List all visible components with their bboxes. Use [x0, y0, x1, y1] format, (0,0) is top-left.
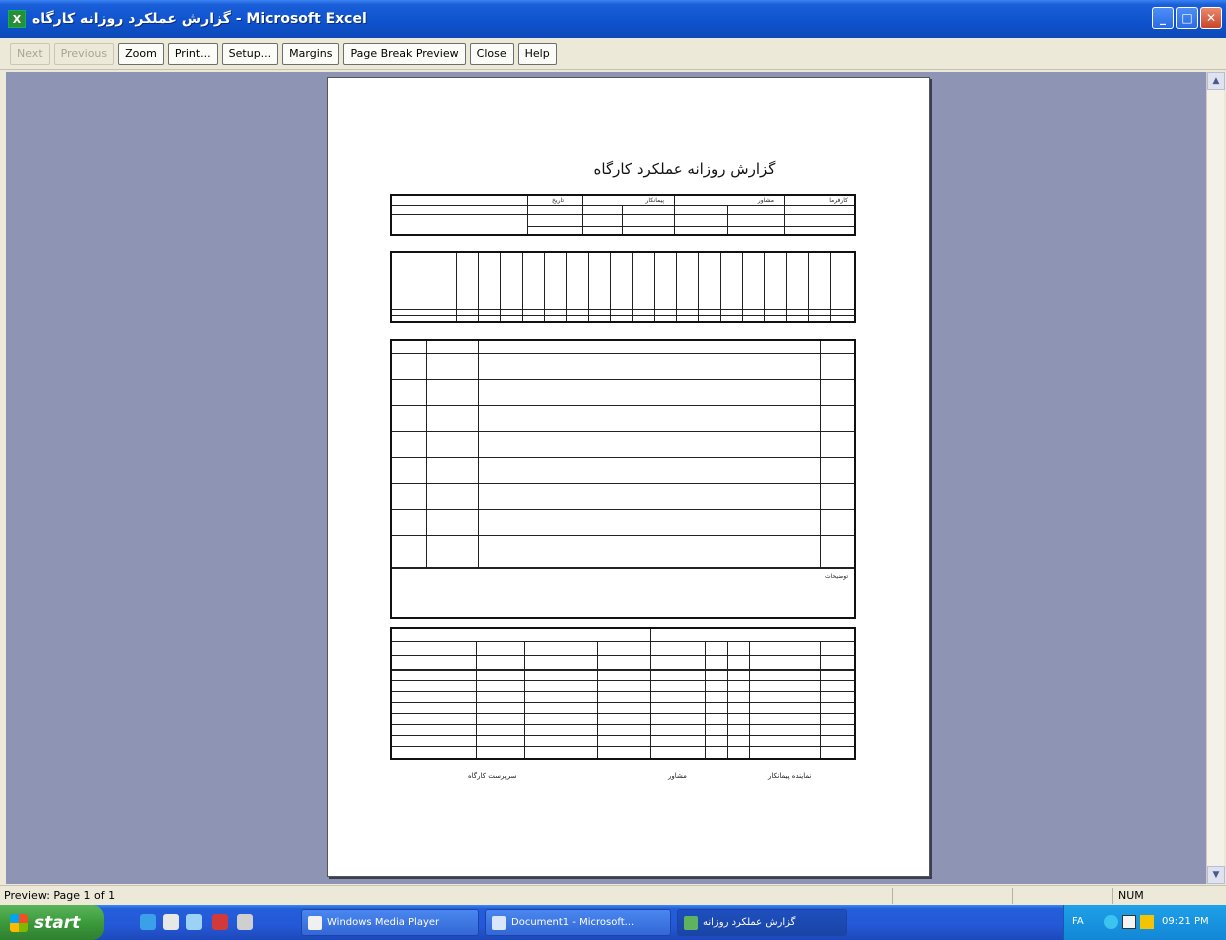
activities-table: توضیحات [390, 339, 856, 619]
app-icon-gray[interactable] [237, 914, 253, 930]
signature-consultant: مشاور [668, 772, 687, 780]
header-label-employer: کارفرما [829, 197, 848, 204]
media-icon[interactable] [186, 914, 202, 930]
task-media-player[interactable]: Windows Media Player [301, 909, 479, 936]
network-icon[interactable] [1104, 915, 1118, 929]
clock: 09:21 PM [1162, 916, 1209, 927]
shield-icon[interactable] [1122, 915, 1136, 929]
taskbar: start Windows Media Player Document1 - M… [0, 905, 1226, 940]
print-button[interactable]: Print... [167, 42, 218, 65]
word-icon [492, 915, 506, 930]
browser-icon[interactable] [140, 914, 156, 930]
start-label: start [34, 912, 81, 933]
header-label-date: تاریخ [552, 197, 564, 204]
language-indicator[interactable]: FA [1072, 916, 1084, 927]
notes-label: توضیحات [824, 573, 848, 580]
personnel-table [390, 251, 856, 323]
excel-icon: X [8, 10, 26, 28]
page-break-preview-button[interactable]: Page Break Preview [343, 42, 466, 65]
print-preview-toolbar: Next Previous Zoom Print... Setup... Mar… [0, 38, 1226, 70]
status-bar: Preview: Page 1 of 1 NUM [0, 885, 1226, 905]
scroll-down-icon[interactable]: ▼ [1207, 866, 1225, 884]
media-player-icon [308, 915, 322, 930]
task-word-document[interactable]: Document1 - Microsoft... [485, 909, 671, 936]
windows-logo-icon [10, 913, 28, 932]
print-preview-page[interactable]: گزارش روزانه عملکرد کارگاه کارفرما مشاور… [327, 77, 930, 877]
start-button[interactable]: start [0, 905, 104, 940]
excel-task-icon [684, 915, 698, 930]
zoom-button[interactable]: Zoom [118, 42, 164, 65]
volume-icon[interactable] [1140, 915, 1154, 929]
previous-button[interactable]: Previous [53, 42, 115, 65]
close-window-button[interactable]: ✕ [1200, 7, 1222, 29]
setup-button[interactable]: Setup... [221, 42, 279, 65]
status-text: Preview: Page 1 of 1 [4, 889, 116, 902]
help-button[interactable]: Help [517, 42, 557, 65]
app-icon-red[interactable] [212, 914, 228, 930]
signature-site-supervisor: سرپرست کارگاه [468, 772, 517, 780]
margins-button[interactable]: Margins [282, 42, 340, 65]
equipment-table [390, 627, 856, 760]
next-button[interactable]: Next [10, 42, 50, 65]
title-bar: X گزارش عملکرد روزانه کارگاه - Microsoft… [0, 0, 1226, 38]
close-preview-button[interactable]: Close [469, 42, 514, 65]
excel-window: X گزارش عملکرد روزانه کارگاه - Microsoft… [0, 0, 1226, 940]
report-title: گزارش روزانه عملکرد کارگاه [593, 160, 776, 178]
num-lock-indicator: NUM [1118, 889, 1144, 902]
minimize-button[interactable]: _ [1152, 7, 1174, 29]
window-title: گزارش عملکرد روزانه کارگاه - Microsoft E… [32, 11, 367, 27]
vertical-scrollbar[interactable]: ▲ ▼ [1206, 72, 1225, 884]
header-label-consultant: مشاور [757, 197, 774, 204]
system-tray: FA 09:21 PM [1063, 905, 1226, 940]
header-label-contractor: پیمانکار [645, 197, 665, 204]
signature-contractor-rep: نماینده پیمانکار [768, 772, 812, 780]
task-excel-report[interactable]: گزارش عملکرد روزانه [677, 909, 847, 936]
maximize-button[interactable]: □ [1176, 7, 1198, 29]
desktop-icon[interactable] [163, 914, 179, 930]
signature-row: سرپرست کارگاه مشاور نماینده پیمانکار [388, 772, 858, 788]
scroll-up-icon[interactable]: ▲ [1207, 72, 1225, 90]
report-header-table: کارفرما مشاور پیمانکار تاریخ [390, 194, 856, 236]
